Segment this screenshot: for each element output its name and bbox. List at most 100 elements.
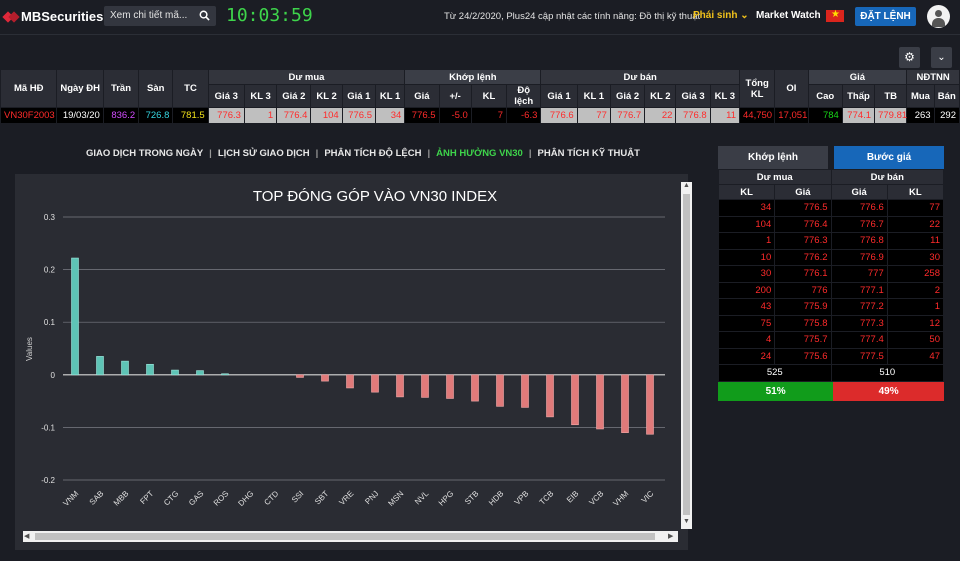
sell-price[interactable]: 777.2 xyxy=(830,298,888,316)
horizontal-scrollbar[interactable]: ◀ ▶ xyxy=(23,531,678,542)
search-icon[interactable] xyxy=(199,10,210,21)
scroll-down-icon[interactable]: ▼ xyxy=(683,518,690,525)
search-input[interactable]: Xem chi tiết mã... xyxy=(104,6,216,26)
col-header[interactable]: Giá 3 xyxy=(207,84,245,108)
chart-bar-mbb[interactable] xyxy=(121,360,129,376)
buy-price[interactable]: 776.4 xyxy=(774,215,832,233)
chart-bar-ctg[interactable] xyxy=(171,369,179,376)
col-header[interactable]: TB xyxy=(874,84,908,108)
place-order-button[interactable]: ĐẶT LỆNH xyxy=(855,7,916,26)
col-header[interactable]: Độ lệch xyxy=(506,84,542,108)
chart-bar-stb[interactable] xyxy=(471,374,479,402)
tab-khop-lenh[interactable]: Khớp lệnh xyxy=(718,146,828,169)
tab-lich-su-giao-dich[interactable]: LỊCH SỬ GIAO DỊCH xyxy=(212,148,316,159)
col-header[interactable]: +/- xyxy=(438,84,472,108)
chart-bar-vnm[interactable] xyxy=(71,257,79,376)
scroll-right-icon[interactable]: ▶ xyxy=(668,532,673,540)
cell-ban-gia1[interactable]: 776.6 xyxy=(540,107,578,124)
col-header[interactable]: Thấp xyxy=(841,84,876,108)
tab-buoc-gia[interactable]: Bước giá xyxy=(834,146,944,169)
sell-price[interactable]: 777.4 xyxy=(830,331,888,349)
sell-price[interactable]: 777.5 xyxy=(830,347,888,365)
market-select[interactable]: Phái sinh ⌄ xyxy=(693,10,749,21)
chart-bar-vhm[interactable] xyxy=(621,374,629,433)
market-watch-link[interactable]: Market Watch xyxy=(756,10,821,21)
chart-bar-pnj[interactable] xyxy=(371,374,379,393)
vertical-scrollbar[interactable]: ▲ ▼ xyxy=(681,182,692,529)
sell-price[interactable]: 776.8 xyxy=(830,232,888,250)
col-header-oi[interactable]: OI xyxy=(774,69,809,108)
sell-price[interactable]: 777.1 xyxy=(830,281,888,299)
col-header[interactable]: Giá 1 xyxy=(341,84,376,108)
buy-price[interactable]: 775.6 xyxy=(774,347,832,365)
order-book-row[interactable]: 200 776 777.1 2 xyxy=(717,281,945,299)
chart-bar-tcb[interactable] xyxy=(546,374,554,418)
cell-mua-gia3[interactable]: 776.3 xyxy=(207,107,245,124)
col-header[interactable]: KL 1 xyxy=(576,84,611,108)
sell-price[interactable]: 776.6 xyxy=(830,199,888,217)
cell-ban-gia2[interactable]: 776.7 xyxy=(609,107,646,124)
buy-price[interactable]: 776.1 xyxy=(774,265,832,283)
col-header-ma-hd[interactable]: Mã HĐ xyxy=(0,69,58,108)
chart-bar-hpg[interactable] xyxy=(446,374,454,399)
tab-phan-tich-ky-thuat[interactable]: PHÂN TÍCH KỸ THUẬT xyxy=(532,148,646,159)
chart-bar-vpb[interactable] xyxy=(521,374,529,408)
chart-bar-hdb[interactable] xyxy=(496,374,504,407)
cell-mua-gia1[interactable]: 776.5 xyxy=(341,107,376,124)
sell-price[interactable]: 777.3 xyxy=(830,314,888,332)
chevron-down-icon[interactable]: ⌄ xyxy=(931,47,952,68)
scrollbar-thumb[interactable] xyxy=(683,194,690,515)
col-header[interactable]: KL xyxy=(470,84,508,108)
tab-phan-tich-do-lech[interactable]: PHÂN TÍCH ĐỘ LỆCH xyxy=(318,148,427,159)
col-header[interactable]: Bán xyxy=(933,84,960,108)
tab-anh-huong-vn30[interactable]: ẢNH HƯỞNG VN30 xyxy=(430,148,529,159)
col-header-ngay-dh[interactable]: Ngày ĐH xyxy=(56,69,104,108)
col-header[interactable]: Giá 1 xyxy=(540,84,578,108)
cell-mua-gia2[interactable]: 776.4 xyxy=(276,107,312,124)
col-header[interactable]: Giá 2 xyxy=(609,84,646,108)
chart-bar-vre[interactable] xyxy=(346,374,354,389)
col-header-tong-kl[interactable]: Tổng KL xyxy=(739,69,776,108)
col-header-san[interactable]: Sàn xyxy=(138,69,174,108)
order-book-row[interactable]: 24 775.6 777.5 47 xyxy=(717,347,945,365)
table-row[interactable]: VN30F2003 19/03/20 836.2 726.8 781.5 776… xyxy=(0,107,960,124)
chart-bar-sbt[interactable] xyxy=(321,374,329,382)
avatar[interactable] xyxy=(927,5,950,28)
col-header[interactable]: Mua xyxy=(906,84,935,108)
buy-price[interactable]: 776 xyxy=(774,281,832,299)
notice-text[interactable]: Từ 24/2/2020, Plus24 cập nhật các tính n… xyxy=(444,11,700,22)
chart-bar-fpt[interactable] xyxy=(146,363,154,376)
sell-price[interactable]: 776.9 xyxy=(830,248,888,266)
order-book-row[interactable]: 43 775.9 777.2 1 xyxy=(717,298,945,316)
col-header[interactable]: KL 1 xyxy=(374,84,406,108)
order-book-row[interactable]: 104 776.4 776.7 22 xyxy=(717,215,945,233)
col-header[interactable]: Giá 2 xyxy=(276,84,312,108)
order-book-row[interactable]: 30 776.1 777 258 xyxy=(717,265,945,283)
buy-price[interactable]: 775.7 xyxy=(774,331,832,349)
scroll-left-icon[interactable]: ◀ xyxy=(24,532,29,540)
sell-price[interactable]: 777 xyxy=(830,265,888,283)
col-header[interactable]: KL 2 xyxy=(644,84,677,108)
chart-bar-ssi[interactable] xyxy=(296,374,304,378)
col-header[interactable]: Giá 3 xyxy=(675,84,711,108)
scroll-up-icon[interactable]: ▲ xyxy=(683,182,690,189)
buy-price[interactable]: 775.9 xyxy=(774,298,832,316)
chart-bar-ros[interactable] xyxy=(221,373,229,376)
cell-ban-gia3[interactable]: 776.8 xyxy=(675,107,711,124)
chart-bar-sab[interactable] xyxy=(96,356,104,376)
col-header[interactable]: KL 3 xyxy=(709,84,741,108)
buy-price[interactable]: 775.8 xyxy=(774,314,832,332)
col-header[interactable]: Cao xyxy=(807,84,843,108)
col-header[interactable]: KL 3 xyxy=(243,84,278,108)
order-book-row[interactable]: 4 775.7 777.4 50 xyxy=(717,331,945,349)
chart-bar-vcb[interactable] xyxy=(596,374,604,430)
buy-price[interactable]: 776.5 xyxy=(774,199,832,217)
chart-bar-vic[interactable] xyxy=(646,374,654,435)
col-header-tran[interactable]: Trần xyxy=(102,69,140,108)
chart-bar-msn[interactable] xyxy=(396,374,404,398)
tab-giao-dich-trong-ngay[interactable]: GIAO DỊCH TRONG NGÀY xyxy=(80,148,209,159)
vietnam-flag-icon[interactable]: ★ xyxy=(826,9,844,22)
order-book-row[interactable]: 75 775.8 777.3 12 xyxy=(717,314,945,332)
order-book-row[interactable]: 1 776.3 776.8 11 xyxy=(717,232,945,250)
buy-price[interactable]: 776.3 xyxy=(774,232,832,250)
